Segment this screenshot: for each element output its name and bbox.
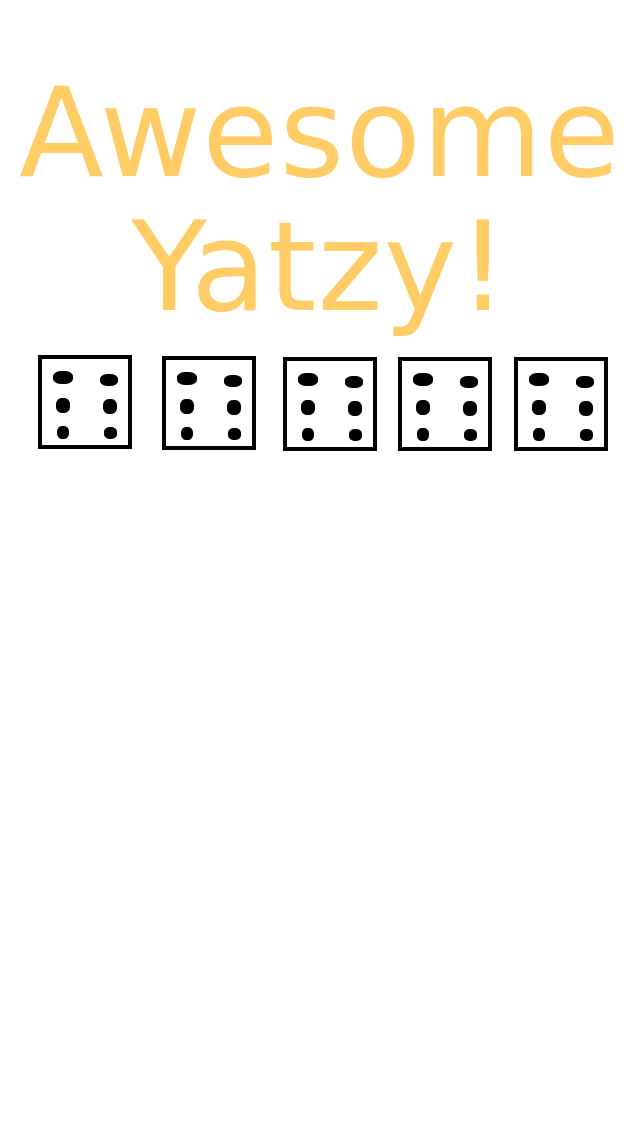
die-pip — [416, 400, 430, 415]
die-pip — [228, 428, 241, 440]
die-3[interactable] — [283, 357, 377, 451]
die-pip — [413, 373, 433, 386]
die-pip — [104, 427, 117, 439]
die-2[interactable] — [162, 356, 256, 450]
die-pip — [345, 376, 363, 388]
die-pip — [100, 374, 118, 386]
die-pip — [227, 400, 241, 415]
die-pip — [464, 429, 477, 441]
die-pip — [181, 427, 193, 440]
die-pip — [180, 399, 194, 414]
die-pip — [417, 428, 429, 441]
app-title-line-1: Awesome — [18, 62, 622, 206]
die-pip — [579, 401, 593, 416]
die-pip — [533, 428, 545, 441]
die-pip — [460, 376, 478, 388]
die-pip — [53, 371, 73, 384]
app-title-line-2: Yatzy! — [131, 196, 509, 340]
die-pip — [302, 428, 314, 441]
die-pip — [177, 372, 197, 385]
die-pip — [529, 373, 549, 386]
die-pip — [301, 400, 315, 415]
die-pip — [576, 376, 594, 388]
die-4[interactable] — [398, 357, 492, 451]
die-pip — [103, 399, 117, 414]
die-pip — [298, 373, 318, 386]
die-pip — [580, 429, 593, 441]
die-pip — [57, 426, 69, 439]
die-5[interactable] — [514, 357, 608, 451]
die-pip — [224, 375, 242, 387]
die-pip — [56, 398, 70, 413]
die-pip — [349, 429, 362, 441]
die-pip — [348, 401, 362, 416]
die-1[interactable] — [38, 355, 132, 449]
die-pip — [532, 400, 546, 415]
die-pip — [463, 401, 477, 416]
